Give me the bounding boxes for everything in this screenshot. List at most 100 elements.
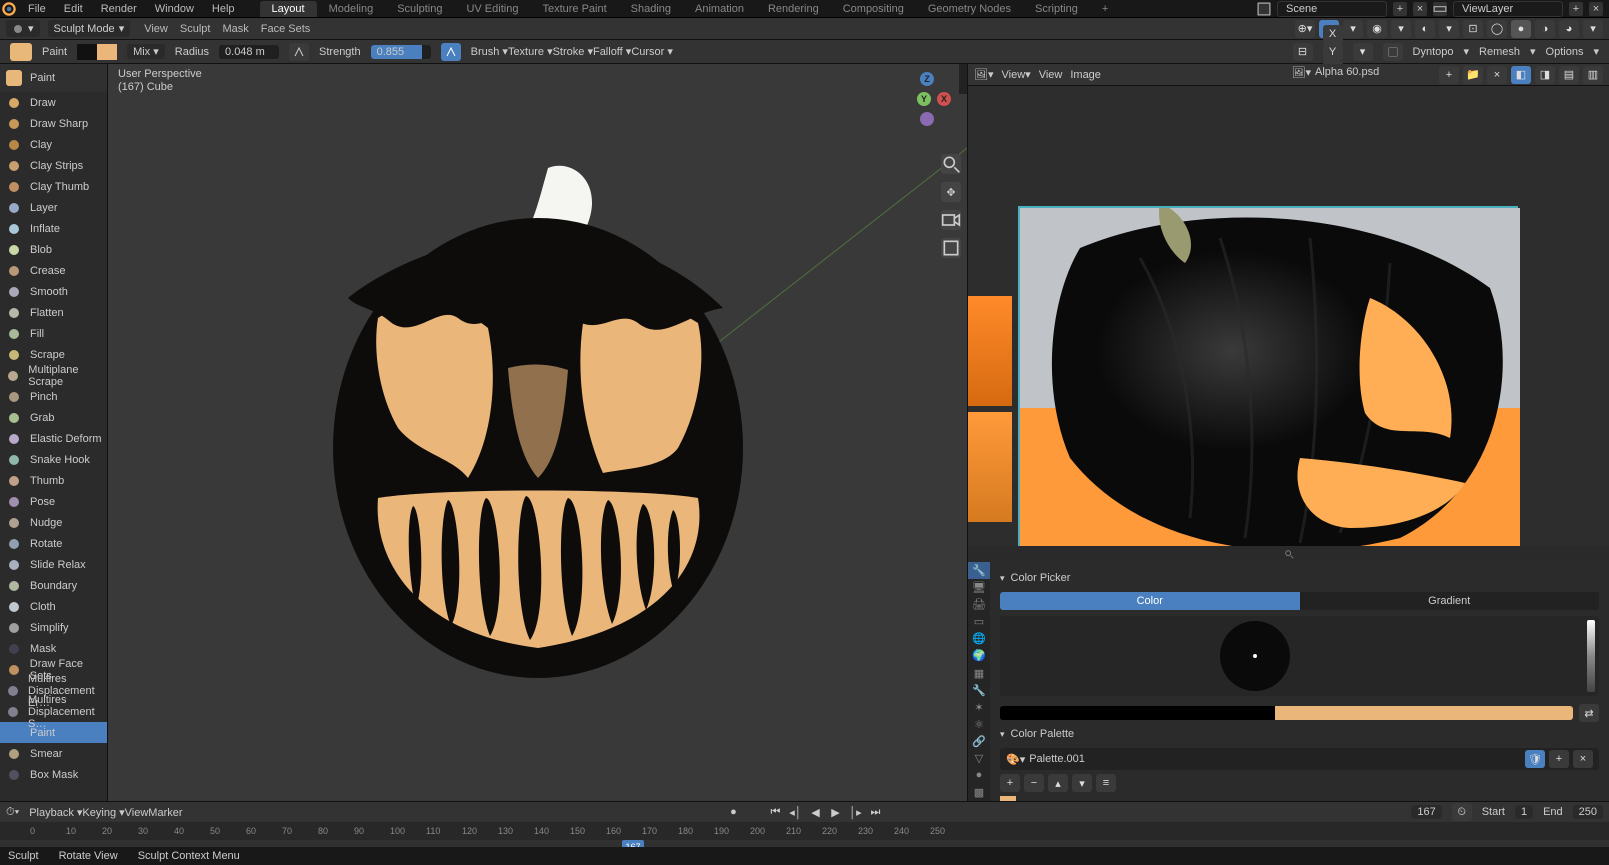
n-panel-tab[interactable] <box>959 64 967 94</box>
tool-clay[interactable]: Clay <box>0 134 107 155</box>
camera-icon[interactable] <box>941 210 961 230</box>
gizmo-neg-axis[interactable] <box>920 112 934 126</box>
shading-solid-icon[interactable]: ● <box>1511 20 1531 38</box>
prop-tab-object[interactable]: ▦ <box>968 664 990 681</box>
primary-secondary-gradient[interactable] <box>1000 706 1573 720</box>
3d-viewport[interactable]: User Perspective (167) Cube <box>108 64 967 801</box>
viewlayer-field[interactable]: ViewLayer <box>1453 1 1563 17</box>
tool-cloth[interactable]: Cloth <box>0 596 107 617</box>
image-menu-image[interactable]: Image <box>1070 69 1101 81</box>
mode-dropdown[interactable]: Sculpt Mode ▾ <box>48 20 131 37</box>
tool-scrape[interactable]: Scrape <box>0 344 107 365</box>
toolsetting-cursor-dropdown[interactable]: Cursor ▾ <box>631 46 673 58</box>
workspace-tab-sculpting[interactable]: Sculpting <box>385 1 454 17</box>
prop-tab-data[interactable]: ▽ <box>968 750 990 767</box>
strength-pressure-icon[interactable] <box>441 43 461 61</box>
next-keyframe-icon[interactable]: │▸ <box>847 804 865 820</box>
viewport-menu-face-sets[interactable]: Face Sets <box>255 21 317 37</box>
tool-multiplane-scrape[interactable]: Multiplane Scrape <box>0 365 107 386</box>
timeline-menu-playback[interactable]: Playback ▾ <box>29 807 82 819</box>
tool-elastic-deform[interactable]: Elastic Deform <box>0 428 107 449</box>
tool-inflate[interactable]: Inflate <box>0 218 107 239</box>
reference-image[interactable] <box>1018 206 1518 546</box>
tool-crease[interactable]: Crease <box>0 260 107 281</box>
tool-mask[interactable]: Mask <box>0 638 107 659</box>
tool-multires-displacement-s-[interactable]: Multires Displacement S… <box>0 701 107 722</box>
secondary-color-swatch[interactable] <box>97 44 117 60</box>
palette-add-color-icon[interactable]: + <box>1000 774 1020 792</box>
play-forward-icon[interactable]: ▶ <box>827 804 845 820</box>
toolbar-top-brush[interactable]: Paint <box>0 64 107 92</box>
tool-pose[interactable]: Pose <box>0 491 107 512</box>
strength-field[interactable]: 0.855 <box>371 45 431 59</box>
radius-field[interactable]: 0.048 m <box>219 45 279 59</box>
palette-move-up-icon[interactable]: ▴ <box>1048 774 1068 792</box>
outliner-search[interactable] <box>968 546 1609 562</box>
toolsetting-texture-dropdown[interactable]: Texture ▾ <box>508 46 553 58</box>
prop-tab-modifier[interactable]: 🔧 <box>968 682 990 699</box>
prop-tab-texture[interactable]: ▩ <box>968 784 990 801</box>
tool-simplify[interactable]: Simplify <box>0 617 107 638</box>
viewport-menu-sculpt[interactable]: Sculpt <box>174 21 217 37</box>
zoom-icon[interactable] <box>941 154 961 174</box>
symmetry-axis-x[interactable]: X <box>1323 25 1343 43</box>
color-palette-panel-header[interactable]: ▾Color Palette <box>1000 724 1599 744</box>
workspace-tab-modeling[interactable]: Modeling <box>317 1 386 17</box>
workspace-tab-rendering[interactable]: Rendering <box>756 1 831 17</box>
perspective-icon[interactable] <box>941 238 961 258</box>
prev-keyframe-icon[interactable]: ◂│ <box>787 804 805 820</box>
orientation-dropdown[interactable]: ⊕▾ <box>1295 20 1315 38</box>
shading-wireframe-icon[interactable]: ◯ <box>1487 20 1507 38</box>
tool-boundary[interactable]: Boundary <box>0 575 107 596</box>
shading-rendered-icon[interactable]: ◕ <box>1559 20 1579 38</box>
scene-new-icon[interactable]: + <box>1393 2 1407 16</box>
palette-unlink-icon[interactable]: × <box>1573 750 1593 768</box>
viewlayer-new-icon[interactable]: + <box>1569 2 1583 16</box>
image-slot-dropdown[interactable]: 🖼▾ <box>1292 66 1312 84</box>
tool-grab[interactable]: Grab <box>0 407 107 428</box>
scene-browse-icon[interactable] <box>1257 2 1271 16</box>
image-open-icon[interactable]: 📁 <box>1463 66 1483 84</box>
tool-clay-thumb[interactable]: Clay Thumb <box>0 176 107 197</box>
palette-fake-user-icon[interactable]: 🛡 <box>1525 750 1545 768</box>
workspace-tab-uv-editing[interactable]: UV Editing <box>454 1 530 17</box>
tool-pinch[interactable]: Pinch <box>0 386 107 407</box>
snap-dropdown[interactable]: ▾ <box>1343 20 1363 38</box>
timeline-menu-view[interactable]: View <box>125 807 149 819</box>
color-picker-widget[interactable] <box>1000 616 1599 696</box>
color-wheel-cursor[interactable] <box>1253 654 1257 658</box>
toolsetting-brush-dropdown[interactable]: Brush ▾ <box>471 46 508 58</box>
xray-toggle-icon[interactable]: ⊡ <box>1463 20 1483 38</box>
pan-icon[interactable]: ✥ <box>941 182 961 202</box>
gizmo-dropdown[interactable]: ▾ <box>1391 20 1411 38</box>
viewlayer-del-icon[interactable]: × <box>1589 2 1603 16</box>
viewport-menu-view[interactable]: View <box>138 21 174 37</box>
color-tab[interactable]: Color <box>1000 592 1300 610</box>
gizmo-x-axis[interactable]: X <box>937 92 951 106</box>
dyntopo-checkbox[interactable] <box>1383 43 1403 61</box>
nav-gizmo[interactable]: Z Y X <box>897 74 957 134</box>
color-wheel[interactable] <box>1220 621 1290 691</box>
workspace-tab-scripting[interactable]: Scripting <box>1023 1 1090 17</box>
timeline-menu-keying[interactable]: Keying ▾ <box>82 807 124 819</box>
shading-dropdown[interactable]: ▾ <box>1583 20 1603 38</box>
tool-slide-relax[interactable]: Slide Relax <box>0 554 107 575</box>
jump-start-icon[interactable]: ⏮ <box>767 804 785 820</box>
prop-tab-material[interactable]: ● <box>968 767 990 784</box>
color-picker-panel-header[interactable]: ▾Color Picker <box>1000 568 1599 588</box>
scene-field[interactable]: Scene <box>1277 1 1387 17</box>
tool-fill[interactable]: Fill <box>0 323 107 344</box>
workspace-tab-texture-paint[interactable]: Texture Paint <box>530 1 618 17</box>
primary-color-swatch[interactable] <box>77 44 97 60</box>
palette-move-down-icon[interactable]: ▾ <box>1072 774 1092 792</box>
tool-smear[interactable]: Smear <box>0 743 107 764</box>
tool-flatten[interactable]: Flatten <box>0 302 107 323</box>
gizmo-z-axis[interactable]: Z <box>920 72 934 86</box>
image-unlink-icon[interactable]: × <box>1487 66 1507 84</box>
tool-smooth[interactable]: Smooth <box>0 281 107 302</box>
remesh-label[interactable]: Remesh <box>1479 46 1520 58</box>
prop-tab-viewlayer[interactable]: ▭ <box>968 613 990 630</box>
gizmo-visibility-icon[interactable]: ◉ <box>1367 20 1387 38</box>
prop-tab-particle[interactable]: ✶ <box>968 699 990 716</box>
timeline-ruler[interactable]: 0102030405060708090100110120130140150160… <box>0 822 1609 840</box>
